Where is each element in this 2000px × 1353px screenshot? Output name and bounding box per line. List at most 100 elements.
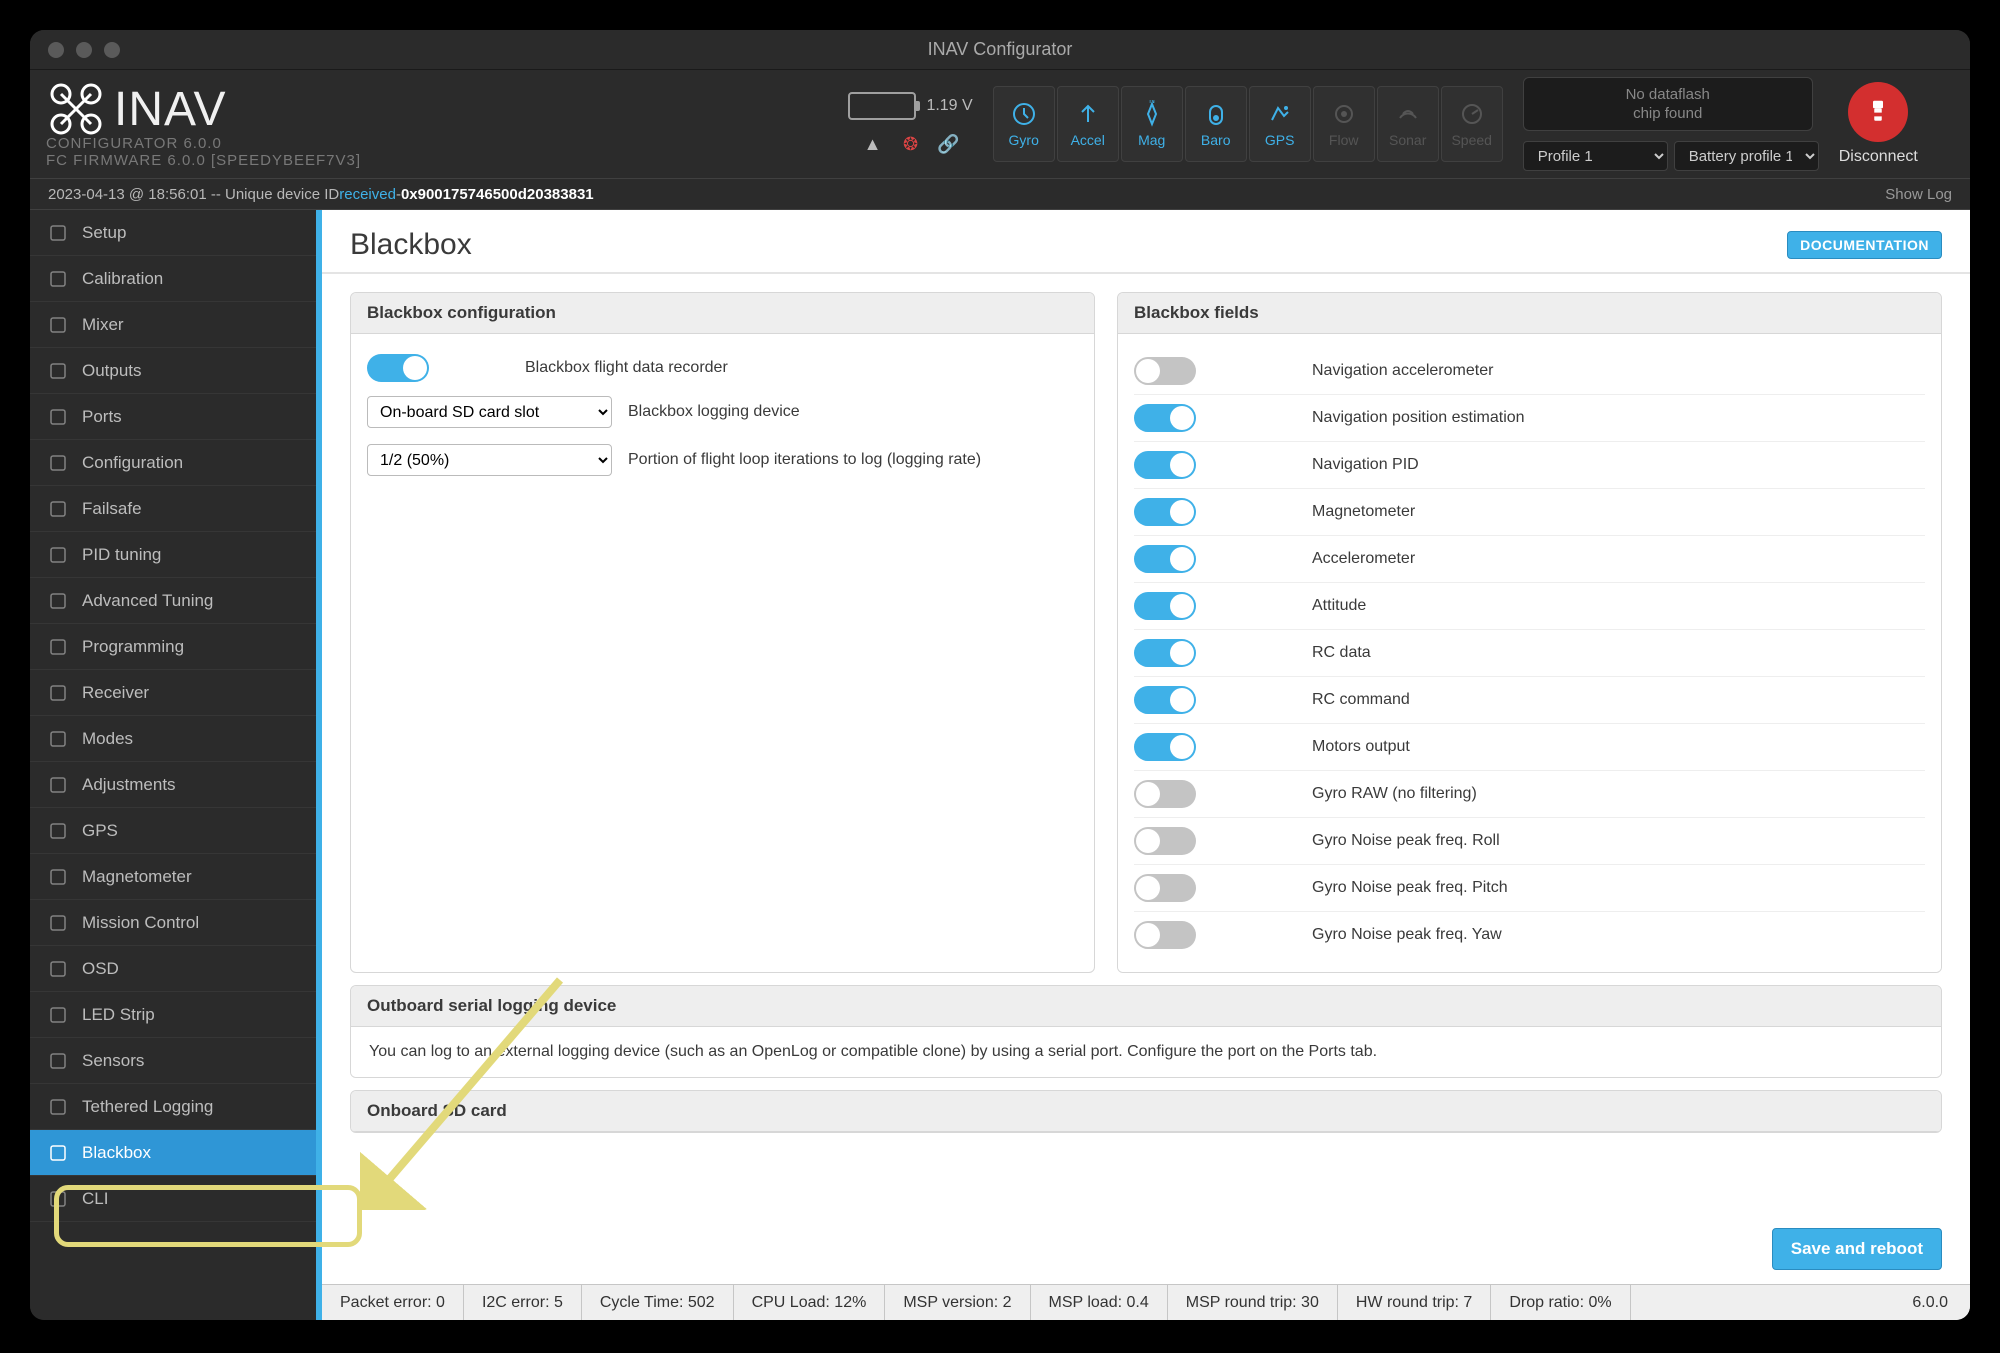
- outboard-panel: Outboard serial logging device You can l…: [350, 985, 1942, 1078]
- sidebar-item-led-strip[interactable]: LED Strip: [30, 992, 316, 1038]
- documentation-button[interactable]: DOCUMENTATION: [1787, 231, 1942, 259]
- parachute-icon[interactable]: ❂: [899, 132, 923, 156]
- config-panel-header: Blackbox configuration: [351, 293, 1094, 334]
- sidebar-item-sensors[interactable]: Sensors: [30, 1038, 316, 1084]
- field-toggle[interactable]: [1134, 733, 1196, 761]
- traffic-close[interactable]: [48, 42, 64, 58]
- sensor-baro: Baro: [1185, 86, 1247, 162]
- configurator-version: CONFIGURATOR 6.0.0: [46, 135, 361, 152]
- field-row: RC data: [1134, 630, 1925, 677]
- field-label: Gyro Noise peak freq. Pitch: [1312, 879, 1508, 897]
- status-hwr: HW round trip: 7: [1338, 1285, 1491, 1320]
- app-window: INAV Configurator INAV CONFIGURATOR 6.0.…: [30, 30, 1970, 1320]
- sd-panel: Onboard SD card: [350, 1090, 1942, 1133]
- sidebar-item-failsafe[interactable]: Failsafe: [30, 486, 316, 532]
- header: INAV CONFIGURATOR 6.0.0 FC FIRMWARE 6.0.…: [30, 70, 1970, 178]
- sidebar-item-ports[interactable]: Ports: [30, 394, 316, 440]
- sidebar-item-magnetometer[interactable]: Magnetometer: [30, 854, 316, 900]
- traffic-max[interactable]: [104, 42, 120, 58]
- voltage-label: 1.19 V: [926, 97, 972, 115]
- field-toggle[interactable]: [1134, 498, 1196, 526]
- field-row: Navigation position estimation: [1134, 395, 1925, 442]
- disconnect-button[interactable]: Disconnect: [1839, 82, 1918, 166]
- field-toggle[interactable]: [1134, 780, 1196, 808]
- sidebar-item-mission-control[interactable]: Mission Control: [30, 900, 316, 946]
- field-label: Navigation accelerometer: [1312, 362, 1493, 380]
- show-log-link[interactable]: Show Log: [1885, 186, 1952, 203]
- battery-icon: [848, 92, 916, 120]
- field-row: Navigation accelerometer: [1134, 348, 1925, 395]
- field-row: Gyro Noise peak freq. Pitch: [1134, 865, 1925, 912]
- content-area: Blackbox DOCUMENTATION Blackbox configur…: [316, 210, 1970, 1320]
- logging-rate-label: Portion of flight loop iterations to log…: [628, 451, 981, 469]
- field-row: Magnetometer: [1134, 489, 1925, 536]
- field-toggle[interactable]: [1134, 827, 1196, 855]
- field-row: Navigation PID: [1134, 442, 1925, 489]
- recorder-label: Blackbox flight data recorder: [525, 359, 728, 377]
- sidebar-item-advanced-tuning[interactable]: Advanced Tuning: [30, 578, 316, 624]
- field-label: Attitude: [1312, 597, 1366, 615]
- sidebar-item-receiver[interactable]: Receiver: [30, 670, 316, 716]
- field-label: Accelerometer: [1312, 550, 1415, 568]
- save-reboot-button[interactable]: Save and reboot: [1772, 1228, 1942, 1270]
- warning-icon[interactable]: ▲: [861, 132, 885, 156]
- sidebar-item-cli[interactable]: CLI: [30, 1176, 316, 1222]
- sensor-sonar: Sonar: [1377, 86, 1439, 162]
- sensor-gps: GPS: [1249, 86, 1311, 162]
- sidebar-item-modes[interactable]: Modes: [30, 716, 316, 762]
- field-toggle[interactable]: [1134, 921, 1196, 949]
- sidebar-item-osd[interactable]: OSD: [30, 946, 316, 992]
- recorder-toggle[interactable]: [367, 354, 429, 382]
- sensor-flow: Flow: [1313, 86, 1375, 162]
- titlebar: INAV Configurator: [30, 30, 1970, 70]
- logging-device-select[interactable]: On-board SD card slot: [367, 396, 612, 428]
- battery-profile-select[interactable]: Battery profile 1: [1674, 141, 1819, 171]
- window-title: INAV Configurator: [928, 39, 1073, 60]
- field-toggle[interactable]: [1134, 357, 1196, 385]
- sidebar-item-setup[interactable]: Setup: [30, 210, 316, 256]
- status-i2c: I2C error: 5: [464, 1285, 582, 1320]
- profile-select[interactable]: Profile 1: [1523, 141, 1668, 171]
- field-toggle[interactable]: [1134, 686, 1196, 714]
- sidebar-item-configuration[interactable]: Configuration: [30, 440, 316, 486]
- fields-panel: Blackbox fields Navigation accelerometer…: [1117, 292, 1942, 973]
- field-row: Gyro Noise peak freq. Yaw: [1134, 912, 1925, 958]
- status-bar: Packet error: 0 I2C error: 5 Cycle Time:…: [322, 1284, 1970, 1320]
- field-row: Accelerometer: [1134, 536, 1925, 583]
- logging-device-label: Blackbox logging device: [628, 403, 800, 421]
- field-toggle[interactable]: [1134, 404, 1196, 432]
- page-title: Blackbox: [350, 228, 472, 262]
- sidebar-item-gps[interactable]: GPS: [30, 808, 316, 854]
- logo: INAV CONFIGURATOR 6.0.0 FC FIRMWARE 6.0.…: [46, 79, 361, 169]
- field-toggle[interactable]: [1134, 451, 1196, 479]
- field-row: Gyro RAW (no filtering): [1134, 771, 1925, 818]
- fields-panel-header: Blackbox fields: [1118, 293, 1941, 334]
- sidebar-item-mixer[interactable]: Mixer: [30, 302, 316, 348]
- link-icon[interactable]: 🔗: [937, 132, 961, 156]
- field-toggle[interactable]: [1134, 874, 1196, 902]
- svg-text:N: N: [1149, 100, 1155, 105]
- logging-rate-select[interactable]: 1/2 (50%): [367, 444, 612, 476]
- field-label: RC data: [1312, 644, 1371, 662]
- sidebar-item-calibration[interactable]: Calibration: [30, 256, 316, 302]
- inav-logo-icon: [46, 79, 106, 139]
- sensor-mag: NMag: [1121, 86, 1183, 162]
- sidebar-item-blackbox[interactable]: Blackbox: [30, 1130, 316, 1176]
- field-toggle[interactable]: [1134, 592, 1196, 620]
- sensor-speed: Speed: [1441, 86, 1503, 162]
- sidebar-item-programming[interactable]: Programming: [30, 624, 316, 670]
- field-label: Gyro Noise peak freq. Yaw: [1312, 926, 1502, 944]
- sidebar-item-outputs[interactable]: Outputs: [30, 348, 316, 394]
- sidebar-item-adjustments[interactable]: Adjustments: [30, 762, 316, 808]
- sensor-accel: Accel: [1057, 86, 1119, 162]
- traffic-min[interactable]: [76, 42, 92, 58]
- sidebar-item-pid-tuning[interactable]: PID tuning: [30, 532, 316, 578]
- status-drop: Drop ratio: 0%: [1491, 1285, 1630, 1320]
- field-toggle[interactable]: [1134, 639, 1196, 667]
- sidebar-item-tethered-logging[interactable]: Tethered Logging: [30, 1084, 316, 1130]
- sensor-indicators: GyroAccelNMagBaroGPSFlowSonarSpeed: [993, 86, 1503, 162]
- field-label: RC command: [1312, 691, 1410, 709]
- sensor-gyro: Gyro: [993, 86, 1055, 162]
- field-toggle[interactable]: [1134, 545, 1196, 573]
- log-bar: 2023-04-13 @ 18:56:01 -- Unique device I…: [30, 178, 1970, 210]
